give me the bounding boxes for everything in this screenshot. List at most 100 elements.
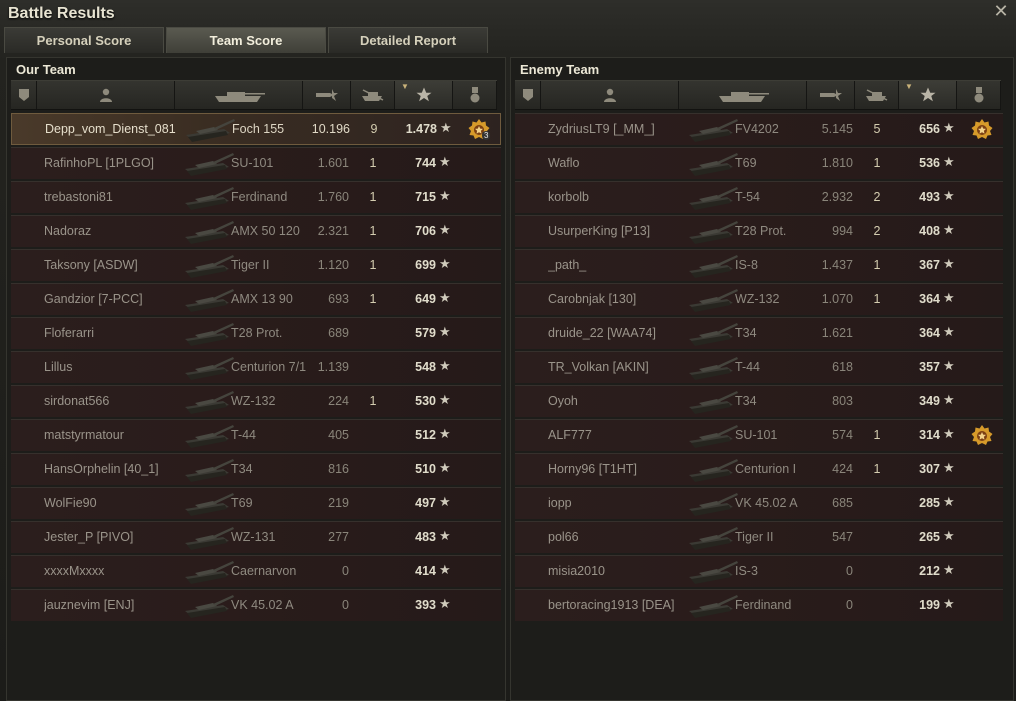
- tank-icon: [185, 493, 234, 516]
- player-column-header[interactable]: [37, 81, 175, 109]
- tab-team-score[interactable]: Team Score: [166, 27, 326, 53]
- xp-value: 497: [415, 496, 436, 510]
- xp-column-header[interactable]: ▼: [395, 81, 453, 109]
- table-row[interactable]: xxxxMxxxx Caernarvon 0 414 ★: [11, 555, 501, 587]
- table-row[interactable]: Taksony [ASDW] Tiger II 1.120 1 699 ★: [11, 249, 501, 281]
- vehicle-name: T-44: [735, 360, 761, 374]
- kills-value: 1: [369, 224, 377, 238]
- table-row[interactable]: matstyrmatour T-44 405 512 ★: [11, 419, 501, 451]
- table-row[interactable]: ALF777 SU-101 574 1 314 ★: [515, 419, 1003, 451]
- damage-value: 1.621: [821, 326, 853, 340]
- table-row[interactable]: pol66 Tiger II 547 265 ★: [515, 521, 1003, 553]
- damage-value: 224: [328, 394, 349, 408]
- table-row[interactable]: trebastoni81 Ferdinand 1.760 1 715 ★: [11, 181, 501, 213]
- xp-value: 212: [919, 564, 940, 578]
- player-name: Gandzior [7-PCC]: [44, 292, 143, 306]
- damage-value: 689: [328, 326, 349, 340]
- table-row[interactable]: Carobnjak [130] WZ-132 1.070 1 364 ★: [515, 283, 1003, 315]
- table-row[interactable]: RafinhoPL [1PLGO] SU-101 1.601 1 744 ★: [11, 147, 501, 179]
- xp-value: 512: [415, 428, 436, 442]
- vehicle-name: Foch 155: [232, 122, 285, 136]
- squad-column-header[interactable]: [515, 81, 541, 109]
- player-name: misia2010: [548, 564, 605, 578]
- table-row[interactable]: Horny96 [T1HT] Centurion I 424 1 307 ★: [515, 453, 1003, 485]
- table-row[interactable]: Floferarri T28 Prot. 689 579 ★: [11, 317, 501, 349]
- damage-column-header[interactable]: [807, 81, 855, 109]
- table-row[interactable]: _path_ IS-8 1.437 1 367 ★: [515, 249, 1003, 281]
- table-row[interactable]: Jester_P [PIVO] WZ-131 277 483 ★: [11, 521, 501, 553]
- player-name: trebastoni81: [44, 190, 113, 204]
- enemy-team-title: Enemy Team: [520, 62, 600, 77]
- xp-star-icon: ★: [943, 494, 955, 509]
- xp-column-header[interactable]: ▼: [899, 81, 957, 109]
- xp-value: 357: [919, 360, 940, 374]
- table-row[interactable]: Waflo T69 1.810 1 536 ★: [515, 147, 1003, 179]
- player-column-header[interactable]: [541, 81, 679, 109]
- table-row[interactable]: TR_Volkan [AKIN] T-44 618 357 ★: [515, 351, 1003, 383]
- vehicle-column-header[interactable]: [175, 81, 303, 109]
- player-name: pol66: [548, 530, 579, 544]
- xp-star-icon: ★: [943, 358, 955, 373]
- xp-star-icon: ★: [440, 120, 452, 135]
- medal-column-header[interactable]: [957, 81, 1001, 109]
- table-row[interactable]: Oyoh T34 803 349 ★: [515, 385, 1003, 417]
- vehicle-name: WZ-131: [231, 530, 276, 544]
- our-team-title: Our Team: [16, 62, 76, 77]
- damage-value: 5.145: [821, 122, 853, 136]
- tank-icon: [689, 493, 738, 516]
- damage-value: 1.070: [821, 292, 853, 306]
- table-row[interactable]: UsurperKing [P13] T28 Prot. 994 2 408 ★: [515, 215, 1003, 247]
- xp-value: 314: [919, 428, 940, 442]
- table-row[interactable]: sirdonat566 WZ-132 224 1 530 ★: [11, 385, 501, 417]
- close-icon[interactable]: ✕: [992, 2, 1010, 20]
- medal-column-header[interactable]: [453, 81, 497, 109]
- damage-value: 0: [846, 564, 853, 578]
- table-row[interactable]: ZydriusLT9 [_MM_] FV4202 5.145 5 656 ★: [515, 113, 1003, 145]
- xp-star-icon: ★: [439, 222, 451, 237]
- table-row[interactable]: jauznevim [ENJ] VK 45.02 A 0 393 ★: [11, 589, 501, 621]
- kills-column-header[interactable]: [351, 81, 395, 109]
- medal-icon[interactable]: [970, 118, 994, 142]
- medal-icon[interactable]: [970, 424, 994, 448]
- damage-column-header[interactable]: [303, 81, 351, 109]
- our-team-panel: Our Team ▼ Depp_vom_Dienst_081 Foch 155 …: [6, 57, 506, 701]
- player-name: Waflo: [548, 156, 580, 170]
- kills-value: 1: [369, 156, 377, 170]
- table-row[interactable]: druide_22 [WAA74] T34 1.621 364 ★: [515, 317, 1003, 349]
- table-row[interactable]: korbolb T-54 2.932 2 493 ★: [515, 181, 1003, 213]
- enemy-team-list: ZydriusLT9 [_MM_] FV4202 5.145 5 656 ★ Waflo T6…: [515, 113, 1003, 623]
- table-row[interactable]: HansOrphelin [40_1] T34 816 510 ★: [11, 453, 501, 485]
- xp-star-icon: ★: [943, 222, 955, 237]
- tab-personal-score[interactable]: Personal Score: [4, 27, 164, 53]
- vehicle-name: T-54: [735, 190, 761, 204]
- tab-detailed-report[interactable]: Detailed Report: [328, 27, 488, 53]
- xp-value: 285: [919, 496, 940, 510]
- table-row[interactable]: Depp_vom_Dienst_081 Foch 155 10.196 9 1.478 ★…: [11, 113, 501, 145]
- tank-icon: [689, 595, 738, 618]
- vehicle-name: WZ-132: [735, 292, 780, 306]
- column-header: ▼: [515, 80, 1001, 110]
- damage-value: 0: [342, 564, 349, 578]
- damage-value: 0: [846, 598, 853, 612]
- title-bar: Battle Results ✕: [0, 0, 1016, 26]
- table-row[interactable]: Nadoraz AMX 50 120 2.321 1 706 ★: [11, 215, 501, 247]
- player-name: TR_Volkan [AKIN]: [548, 360, 649, 374]
- player-name: jauznevim [ENJ]: [44, 598, 135, 612]
- vehicle-name: AMX 13 90: [231, 292, 293, 306]
- xp-value: 265: [919, 530, 940, 544]
- tank-icon: [689, 391, 738, 414]
- table-row[interactable]: WolFie90 T69 219 497 ★: [11, 487, 501, 519]
- table-row[interactable]: iopp VK 45.02 A 685 285 ★: [515, 487, 1003, 519]
- table-row[interactable]: Gandzior [7-PCC] AMX 13 90 693 1 649 ★: [11, 283, 501, 315]
- vehicle-column-header[interactable]: [679, 81, 807, 109]
- tank-icon: [689, 255, 738, 278]
- column-header: ▼: [11, 80, 497, 110]
- tank-icon: [185, 289, 234, 312]
- kills-column-header[interactable]: [855, 81, 899, 109]
- table-row[interactable]: bertoracing1913 [DEA] Ferdinand 0 199 ★: [515, 589, 1003, 621]
- table-row[interactable]: Lillus Centurion 7/1 1.139 548 ★: [11, 351, 501, 383]
- squad-column-header[interactable]: [11, 81, 37, 109]
- sort-desc-icon: ▼: [905, 82, 913, 91]
- table-row[interactable]: misia2010 IS-3 0 212 ★: [515, 555, 1003, 587]
- xp-star-icon: ★: [943, 120, 955, 135]
